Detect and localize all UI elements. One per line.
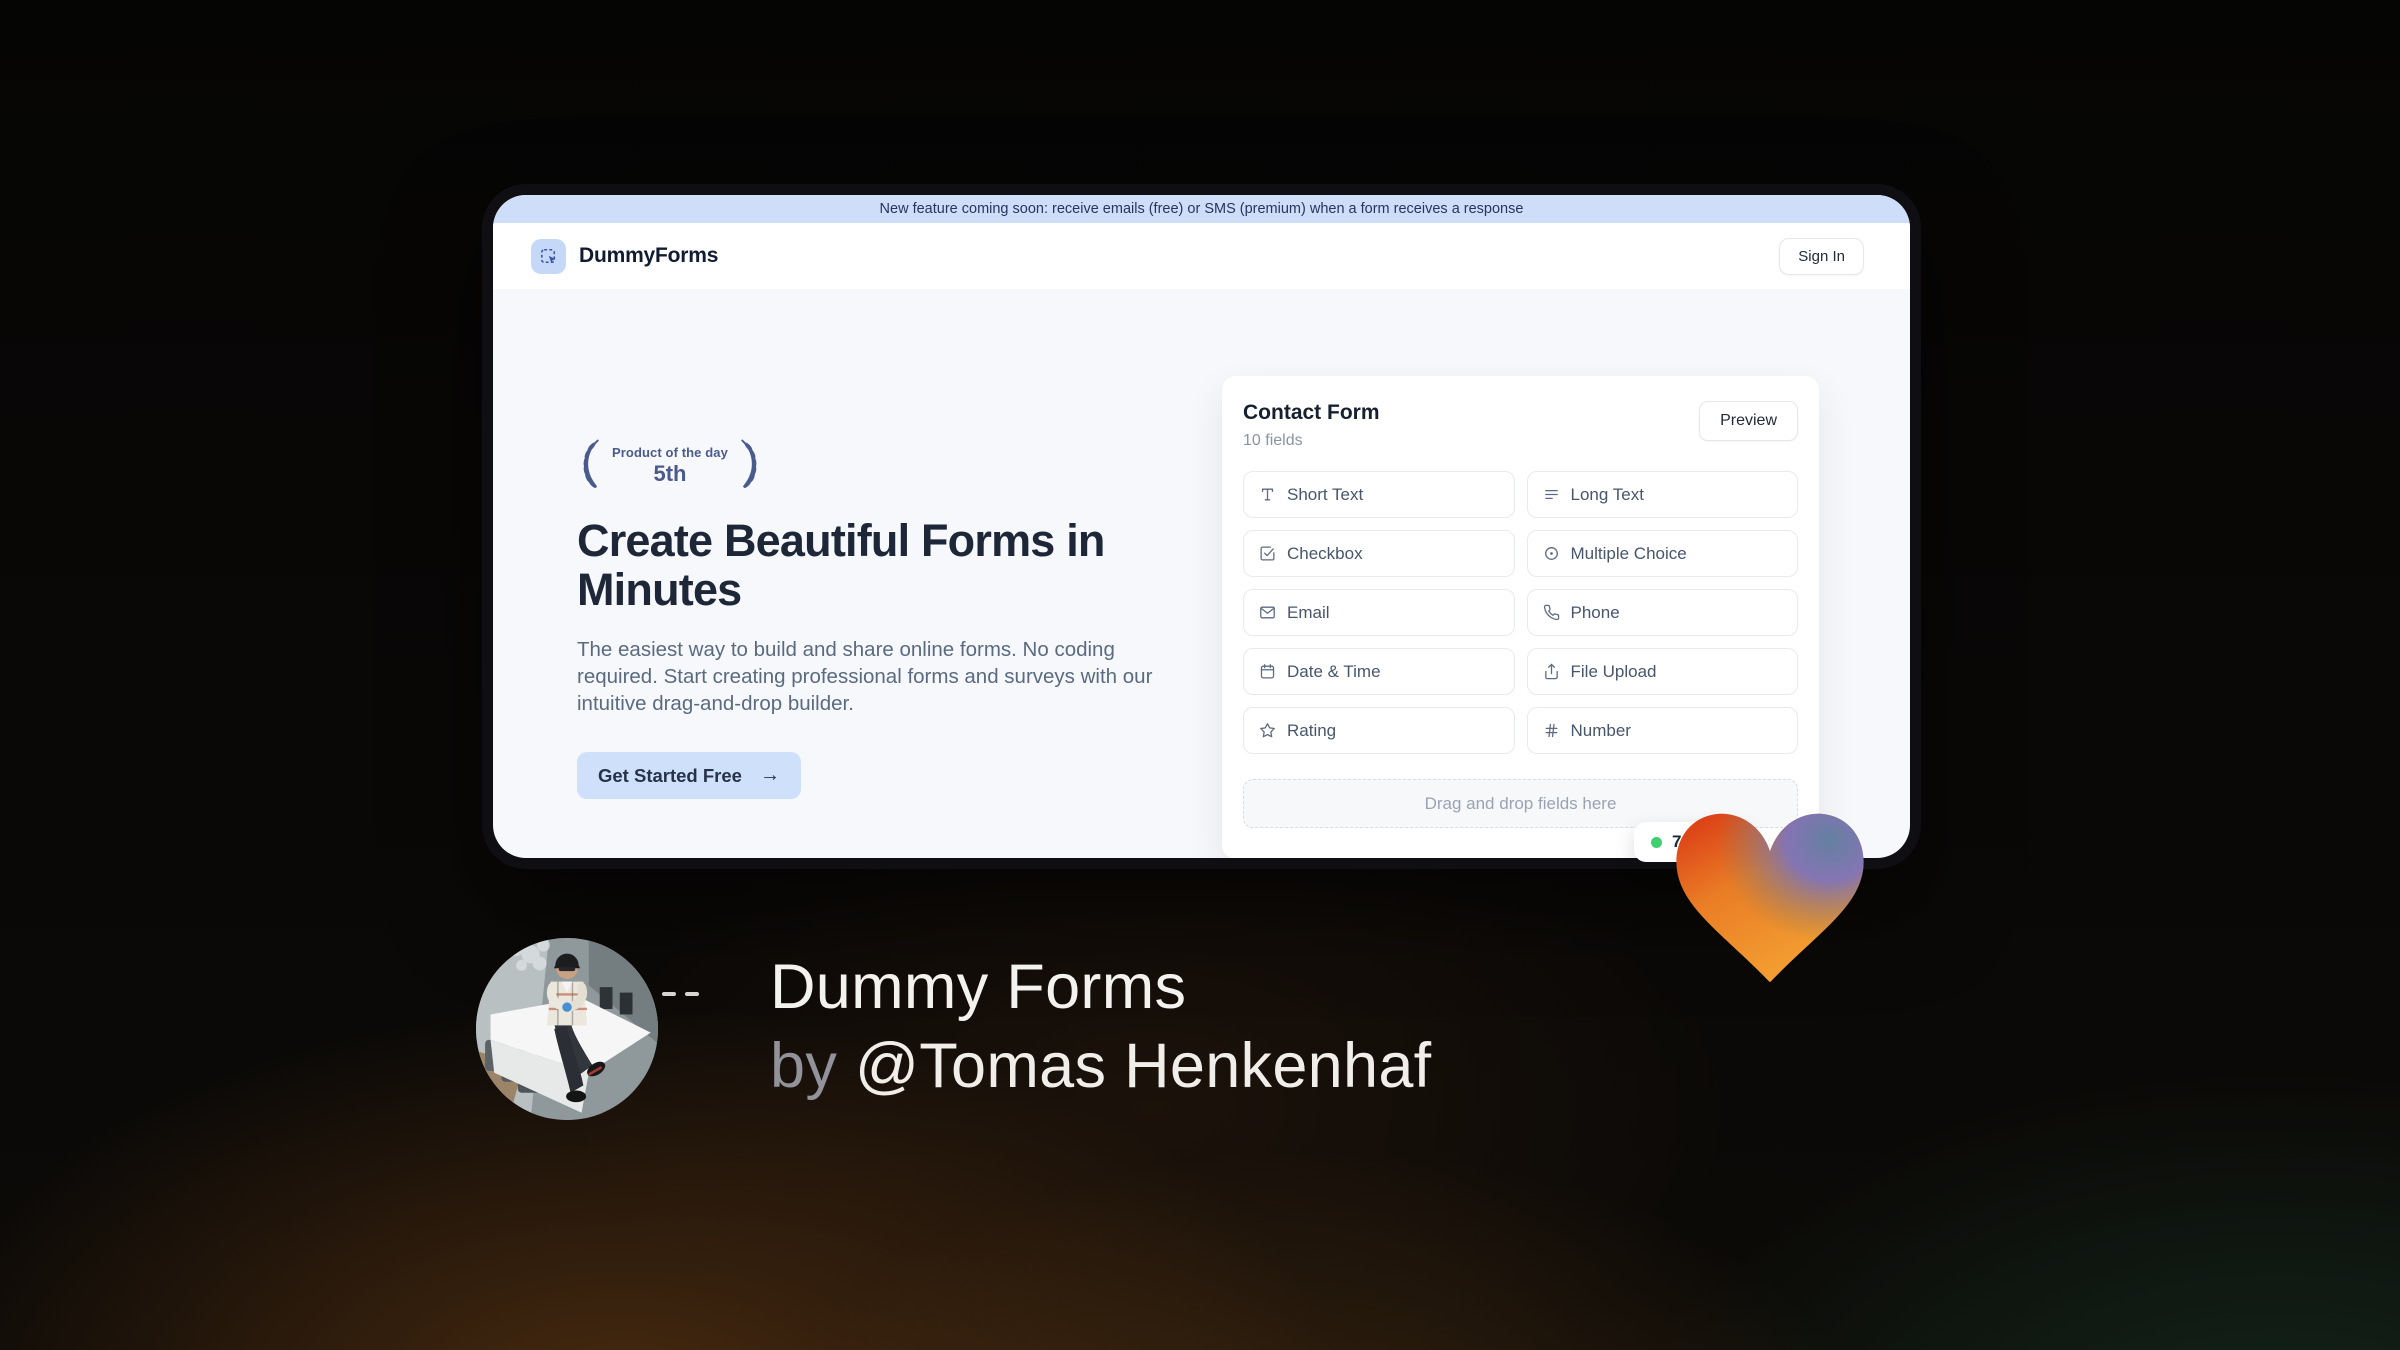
dropzone-text: Drag and drop fields here [1424,793,1617,813]
field-grid: Short Text Long Text Checkbox Multiple Choi… [1243,471,1798,754]
announcement-banner[interactable]: New feature coming soon: receive emails … [493,195,1910,223]
email-icon [1259,604,1276,621]
app-header: DummyForms Sign In [493,223,1910,289]
radio-icon [1543,545,1560,562]
product-award-badge: Product of the day 5th [573,436,767,491]
award-title: Product of the day [612,445,728,460]
avatar [476,938,658,1120]
app-window: New feature coming soon: receive emails … [482,184,1921,869]
phone-icon [1543,604,1560,621]
stage: New feature coming soon: receive emails … [0,0,2400,1350]
form-card-header: Contact Form 10 fields Preview [1243,401,1798,450]
caption: Dummy Forms by @Tomas Henkenhaf [770,948,1432,1106]
field-label: File Upload [1570,661,1657,681]
hero-copy: Product of the day 5th Create Beautiful … [577,436,1167,800]
star-icon [1259,722,1276,739]
field-button-email[interactable]: Email [1243,589,1515,636]
field-button-long-text[interactable]: Long Text [1526,471,1798,518]
short-text-icon [1259,486,1276,503]
preview-button[interactable]: Preview [1699,401,1798,441]
caption-byline: by @Tomas Henkenhaf [770,1027,1432,1106]
field-label: Number [1570,720,1631,740]
get-started-label: Get Started Free [598,764,742,786]
app-window-inner: New feature coming soon: receive emails … [493,195,1910,858]
field-label: Long Text [1570,484,1644,504]
field-label: Short Text [1287,484,1364,504]
field-label: Date & Time [1287,661,1381,681]
cursor-select-icon [531,238,566,274]
heart-icon [1666,799,1874,995]
arrow-right-icon: → [759,764,780,787]
sign-in-button[interactable]: Sign In [1779,237,1864,275]
field-button-date-time[interactable]: Date & Time [1243,648,1515,695]
field-count: 10 fields [1243,432,1303,449]
field-button-checkbox[interactable]: Checkbox [1243,530,1515,577]
form-card-titles: Contact Form 10 fields [1243,401,1380,450]
form-builder-card: Contact Form 10 fields Preview Short Tex… [1222,376,1819,858]
field-button-short-text[interactable]: Short Text [1243,471,1515,518]
page-title: Create Beautiful Forms in Minutes [577,515,1105,615]
laurel-right-icon [741,439,757,488]
caption-byline-name: @Tomas Henkenhaf [854,1031,1432,1101]
field-label: Multiple Choice [1570,543,1687,563]
calendar-icon [1259,663,1276,680]
field-label: Phone [1570,602,1620,622]
form-title: Contact Form [1243,401,1380,424]
field-label: Rating [1287,720,1337,740]
caption-byline-prefix: by [770,1031,838,1101]
checkbox-icon [1259,545,1276,562]
brand-name: DummyForms [579,244,719,267]
hash-icon [1543,722,1560,739]
field-label: Checkbox [1287,543,1363,563]
award-text: Product of the day 5th [612,445,728,491]
announcement-text: New feature coming soon: receive emails … [879,201,1524,217]
hero-section: Product of the day 5th Create Beautiful … [493,289,1910,858]
brand[interactable]: DummyForms [531,238,719,274]
field-label: Email [1287,602,1330,622]
award-rank: 5th [653,461,687,486]
caption-title: Dummy Forms [770,952,1187,1022]
hero-description: The easiest way to build and share onlin… [577,638,1153,716]
field-button-file-upload[interactable]: File Upload [1526,648,1798,695]
long-text-icon [1543,486,1560,503]
laurel-left-icon [583,439,599,488]
field-button-rating[interactable]: Rating [1243,707,1515,754]
field-button-number[interactable]: Number [1526,707,1798,754]
upload-icon [1543,663,1560,680]
dash-decoration [662,992,699,996]
field-button-multiple-choice[interactable]: Multiple Choice [1526,530,1798,577]
get-started-button[interactable]: Get Started Free → [577,752,801,800]
field-button-phone[interactable]: Phone [1526,589,1798,636]
online-dot-icon [1651,836,1662,848]
